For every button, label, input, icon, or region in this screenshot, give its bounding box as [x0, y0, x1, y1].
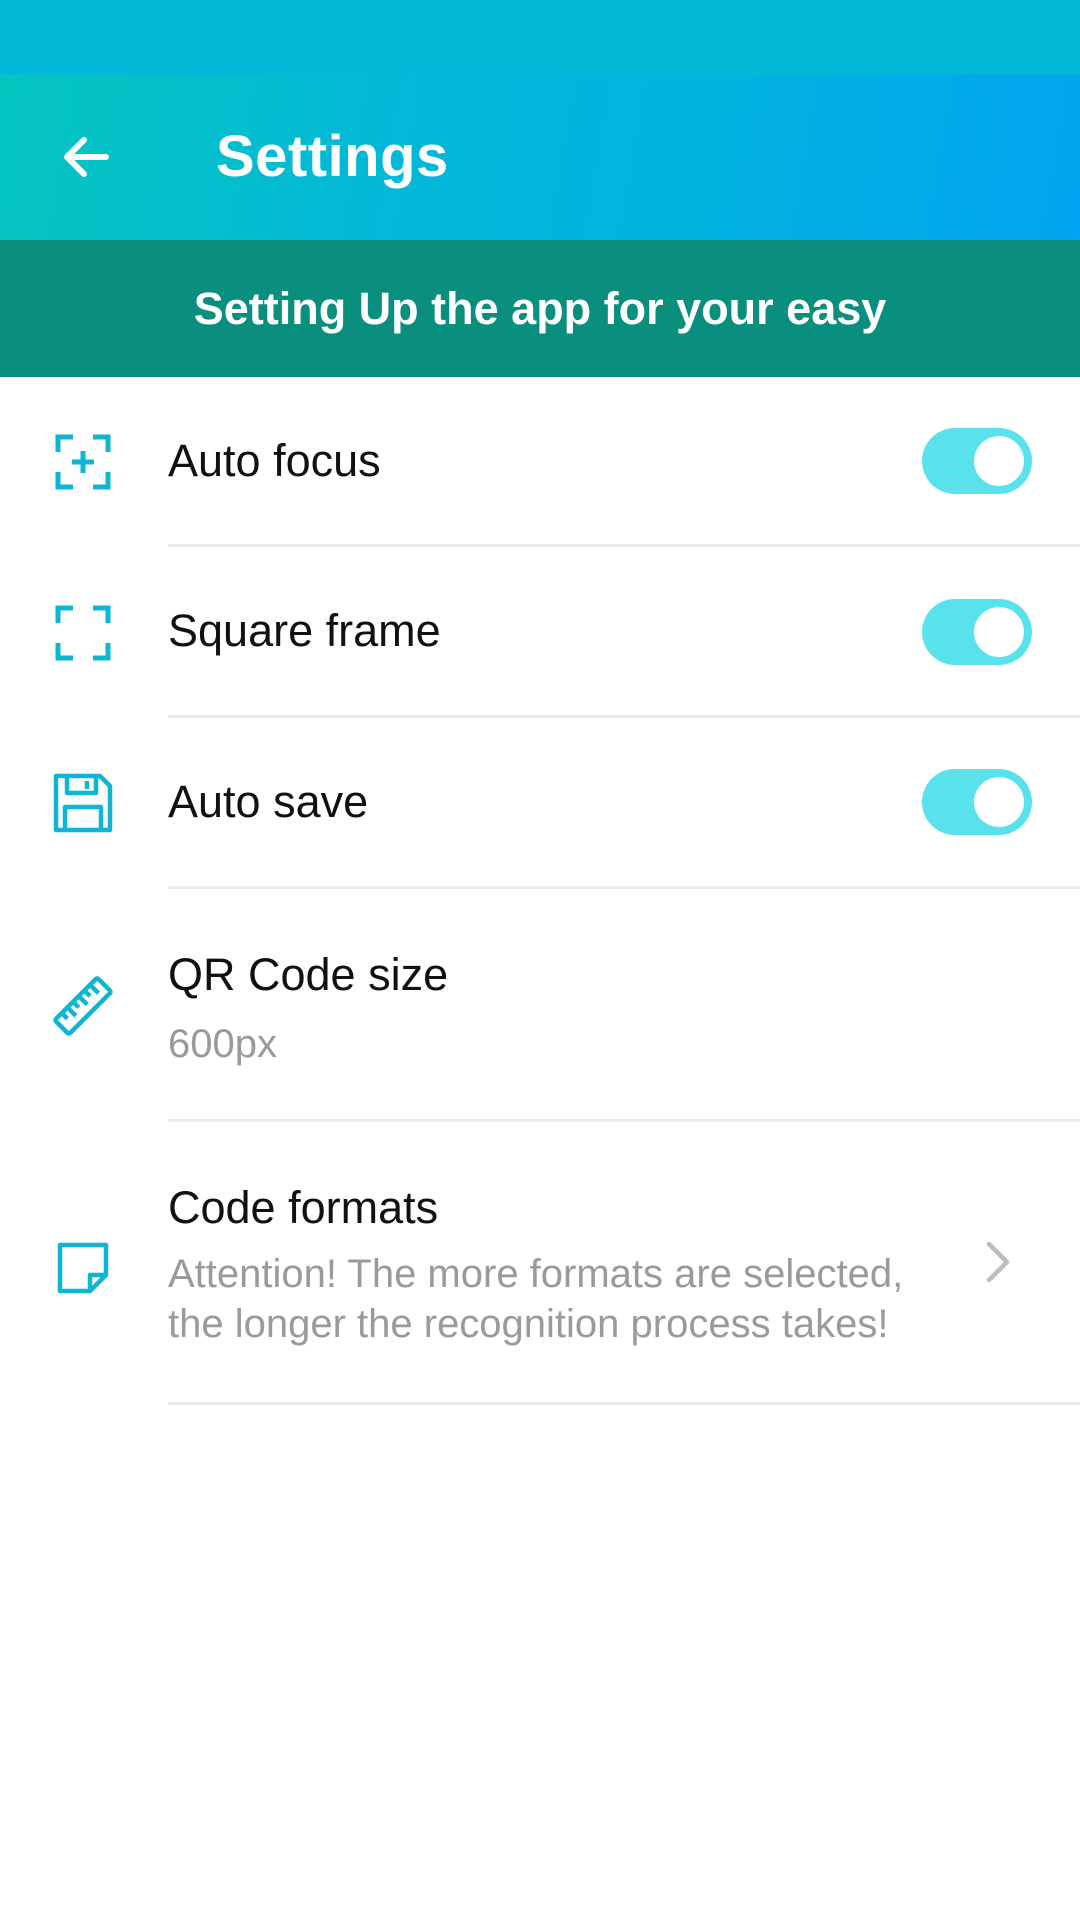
- setting-title: QR Code size: [168, 949, 449, 1000]
- setting-title: Auto save: [168, 776, 369, 827]
- setting-square-frame[interactable]: Square frame: [0, 547, 1080, 718]
- banner-text: Setting Up the app for your easy: [193, 282, 887, 334]
- setting-code-formats[interactable]: Code formats Attention! The more formats…: [0, 1122, 1080, 1405]
- setting-title: Code formats: [168, 1182, 439, 1233]
- toggle-knob: [974, 607, 1024, 657]
- setting-title: Auto focus: [168, 435, 381, 486]
- status-bar: [0, 0, 1080, 75]
- note-icon: [50, 1235, 116, 1301]
- back-button[interactable]: [44, 115, 128, 199]
- autofocus-icon: [50, 429, 116, 495]
- setting-auto-save[interactable]: Auto save: [0, 718, 1080, 889]
- toggle-knob: [974, 436, 1024, 486]
- chevron-right-icon[interactable]: [978, 1232, 1018, 1292]
- ruler-icon: [48, 971, 118, 1041]
- setting-auto-focus[interactable]: Auto focus: [0, 377, 1080, 547]
- square-frame-toggle[interactable]: [922, 599, 1032, 665]
- square-frame-icon: [50, 600, 116, 666]
- settings-screen: Settings Setting Up the app for your eas…: [0, 0, 1080, 1920]
- app-bar: Settings: [0, 75, 1080, 240]
- arrow-left-icon: [64, 137, 109, 177]
- setting-title: Square frame: [168, 605, 441, 656]
- auto-save-toggle[interactable]: [922, 769, 1032, 835]
- setting-qr-code-size[interactable]: QR Code size 600px: [0, 889, 1080, 1122]
- page-title: Settings: [216, 124, 449, 189]
- settings-list: Auto focus Square frame Auto save QR Cod…: [0, 377, 1080, 1405]
- divider: [168, 1402, 1080, 1405]
- toggle-knob: [974, 777, 1024, 827]
- setting-value: 600px: [168, 1022, 277, 1066]
- info-banner: Setting Up the app for your easy: [0, 240, 1080, 377]
- floppy-disk-icon: [50, 770, 116, 836]
- auto-focus-toggle[interactable]: [922, 428, 1032, 494]
- setting-description: Attention! The more formats are selected…: [168, 1252, 904, 1346]
